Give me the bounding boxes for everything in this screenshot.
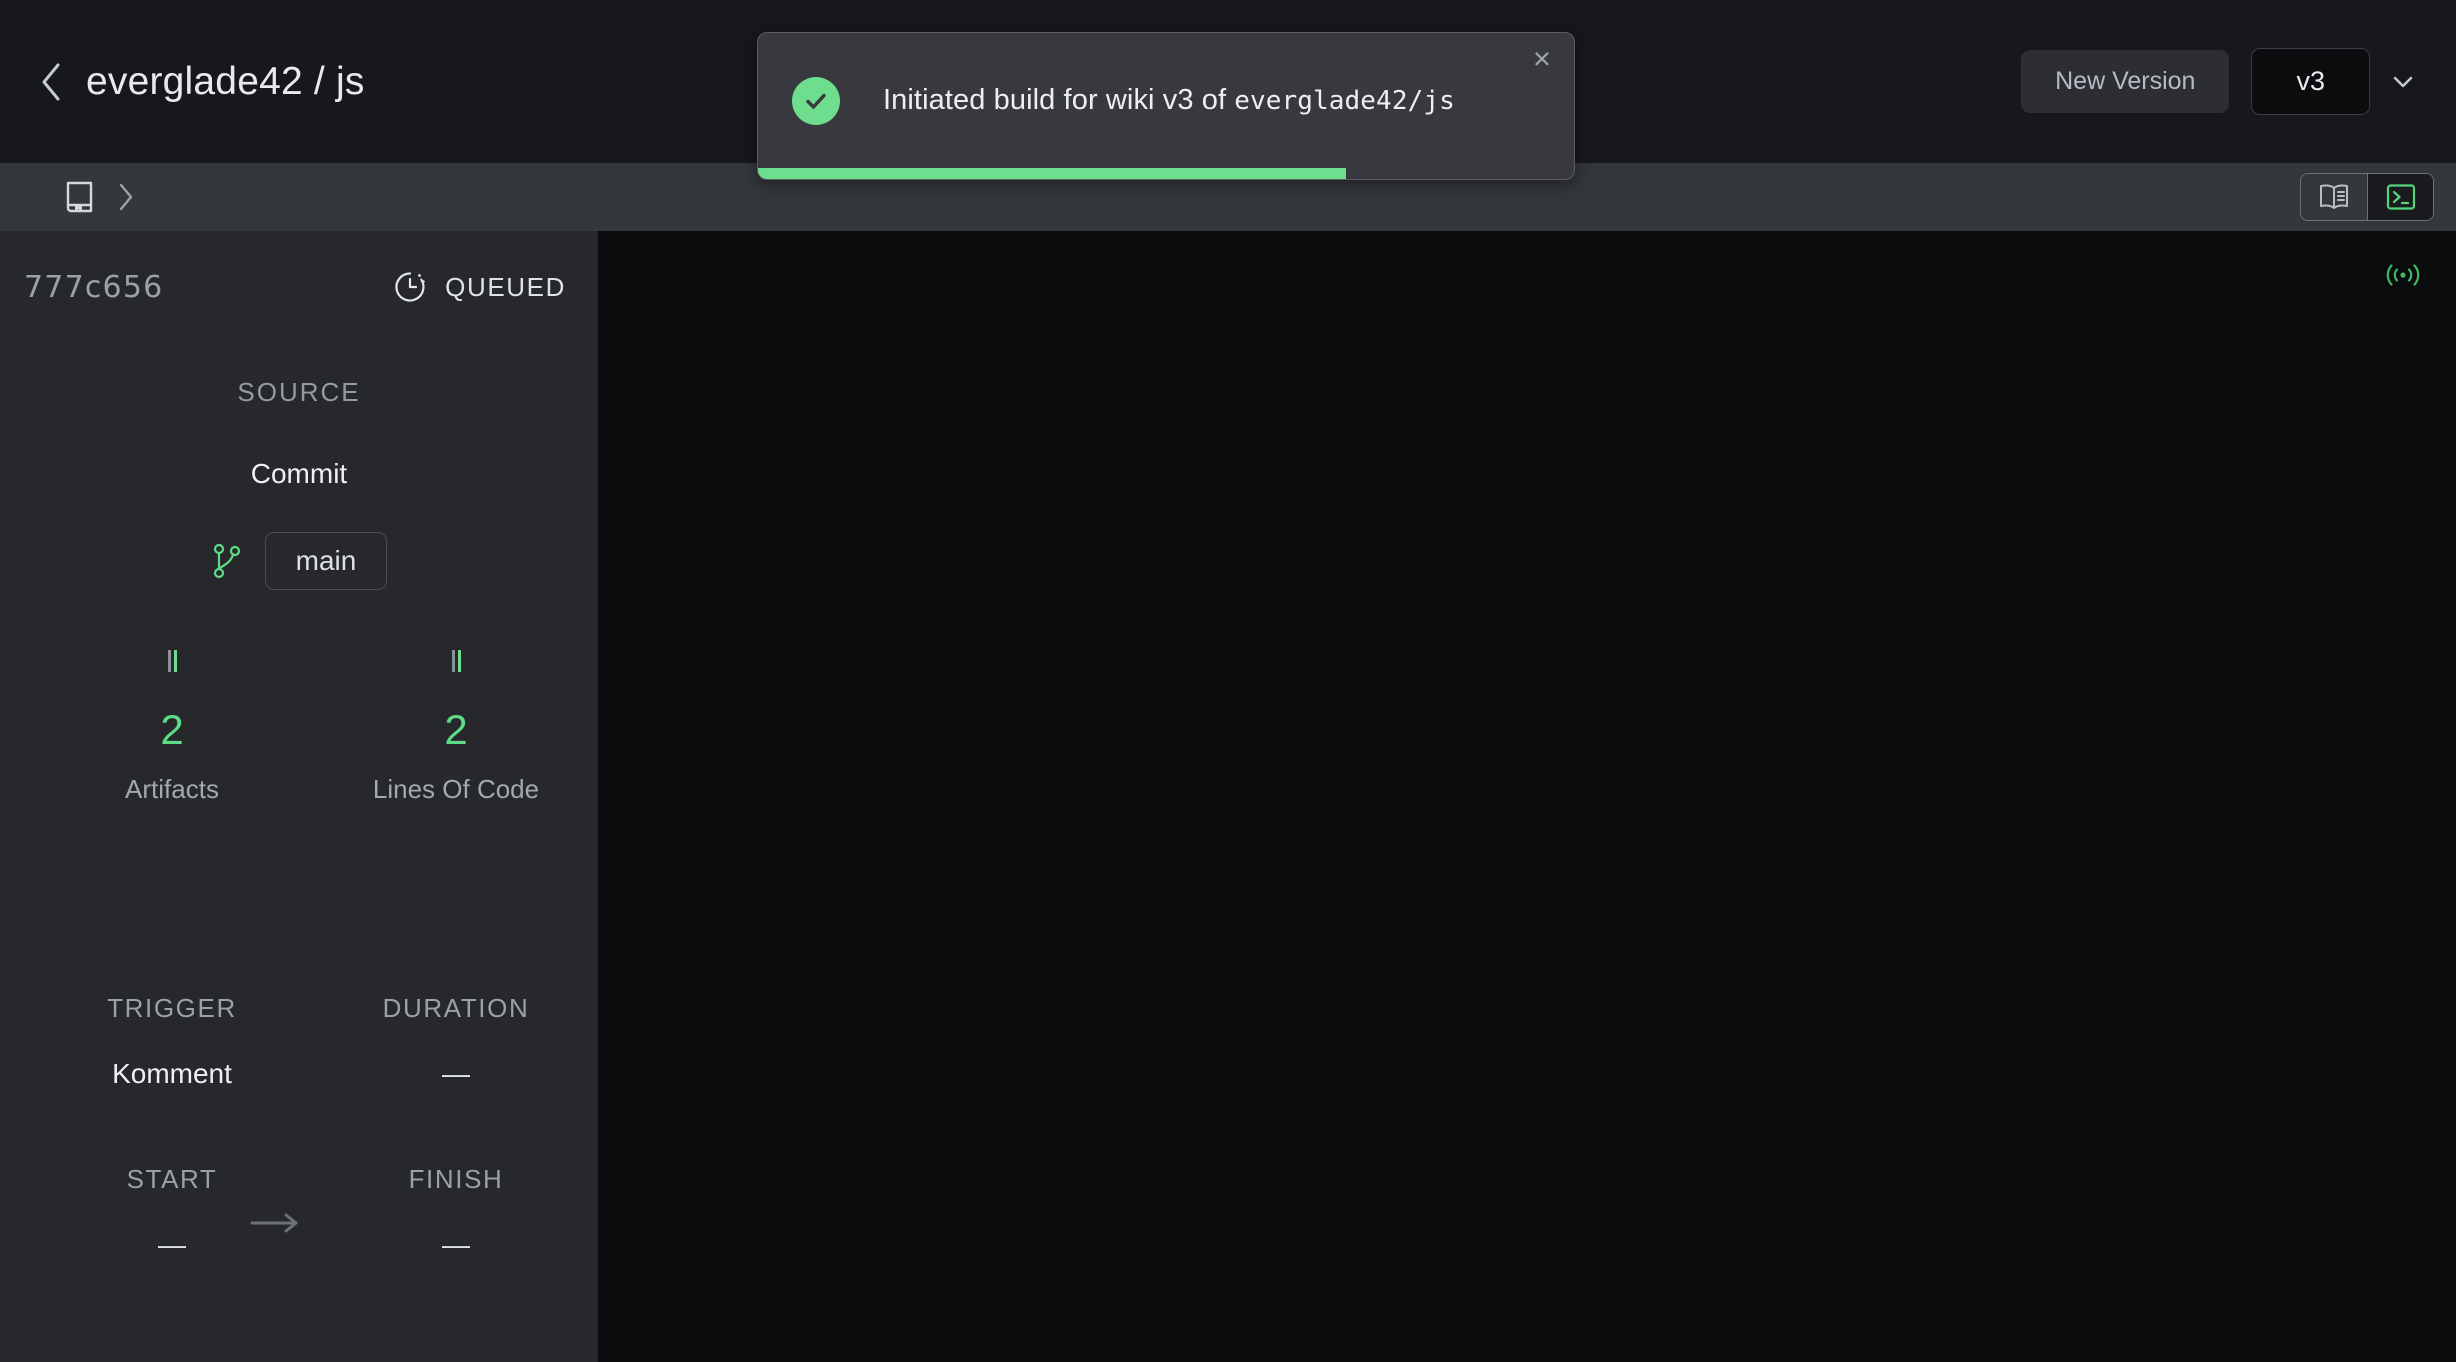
build-log-panel[interactable]	[598, 231, 2456, 1362]
broadcast-live-icon	[2386, 264, 2420, 286]
version-chevron-button[interactable]	[2386, 65, 2420, 99]
branch-row: main	[0, 532, 598, 590]
back-button[interactable]	[28, 59, 74, 105]
stat-lines-of-code: 2 Lines Of Code	[314, 646, 598, 805]
start-value: —	[158, 1229, 186, 1260]
build-detail-sidebar: 777c656 QUEUED SOURCE Commit main 2 Arti…	[0, 231, 598, 1362]
start-label: START	[126, 1164, 218, 1194]
git-branch-icon	[213, 543, 240, 579]
view-toggle-group	[2300, 173, 2434, 221]
view-toggle-docs[interactable]	[2301, 174, 2367, 220]
check-circle-icon	[792, 76, 840, 125]
breadcrumb-home-button[interactable]	[60, 178, 98, 216]
chevron-right-icon	[119, 183, 133, 211]
book-bookmark-icon	[66, 181, 93, 213]
app-root: everglade42 / js New Version v3 Initiate…	[0, 0, 2456, 1362]
loc-sparkline	[451, 646, 461, 672]
top-bar-actions: New Version v3	[2021, 48, 2420, 115]
breadcrumb-separator	[106, 178, 146, 216]
chevron-down-icon	[2393, 76, 2413, 87]
chevron-left-icon	[42, 63, 60, 100]
view-toggle-terminal[interactable]	[2367, 174, 2433, 220]
timing-arrow	[248, 1208, 308, 1238]
artifacts-value: 2	[160, 706, 184, 753]
toast-message-prefix: Initiated build for wiki v3 of	[883, 84, 1235, 116]
toast-message: Initiated build for wiki v3 of everglade…	[883, 84, 1455, 117]
toast-message-repo: everglade42/js	[1234, 86, 1455, 116]
timing-finish: FINISH —	[314, 1164, 598, 1261]
duration-value: —	[442, 1058, 470, 1089]
build-timing-row: START — FINISH —	[0, 1164, 598, 1261]
toast-notification[interactable]: Initiated build for wiki v3 of everglade…	[757, 32, 1575, 180]
meta-duration: DURATION —	[314, 993, 598, 1090]
build-status-row: 777c656 QUEUED	[0, 259, 598, 315]
meta-trigger: TRIGGER Komment	[30, 993, 314, 1090]
artifacts-label: Artifacts	[125, 774, 219, 804]
toast-progress-bar	[758, 168, 1574, 179]
loc-value: 2	[444, 706, 468, 753]
terminal-icon	[2386, 184, 2415, 210]
content-area: 777c656 QUEUED SOURCE Commit main 2 Arti…	[0, 231, 2456, 1362]
source-section-label: SOURCE	[237, 377, 361, 407]
duration-label: DURATION	[382, 993, 530, 1023]
version-select[interactable]: v3	[2251, 48, 2370, 115]
toast-close-button[interactable]: ×	[1533, 43, 1551, 74]
loc-label: Lines Of Code	[372, 774, 540, 804]
finish-label: FINISH	[408, 1164, 504, 1194]
stat-artifacts: 2 Artifacts	[30, 646, 314, 805]
clock-dashed-icon	[395, 272, 425, 302]
live-stream-button[interactable]	[2376, 253, 2430, 297]
build-meta-row: TRIGGER Komment DURATION —	[0, 993, 598, 1090]
trigger-value: Komment	[112, 1058, 232, 1089]
branch-name[interactable]: main	[264, 532, 388, 590]
commit-hash[interactable]: 777c656	[24, 270, 163, 305]
trigger-label: TRIGGER	[107, 993, 237, 1023]
toast-progress-fill	[758, 168, 1346, 179]
check-icon	[806, 93, 826, 109]
page-title: everglade42 / js	[86, 59, 365, 103]
toast-body: Initiated build for wiki v3 of everglade…	[758, 33, 1574, 168]
status-text: QUEUED	[445, 271, 566, 302]
new-version-button[interactable]: New Version	[2021, 50, 2230, 113]
arrow-right-icon	[250, 1213, 298, 1233]
book-open-icon	[2320, 184, 2348, 209]
build-stats: 2 Artifacts 2 Lines Of Code	[0, 646, 598, 805]
status-badge: QUEUED	[393, 270, 566, 304]
source-type: Commit	[250, 458, 348, 489]
finish-value: —	[442, 1229, 470, 1260]
build-log-output	[598, 231, 2456, 279]
artifacts-sparkline	[167, 646, 177, 672]
